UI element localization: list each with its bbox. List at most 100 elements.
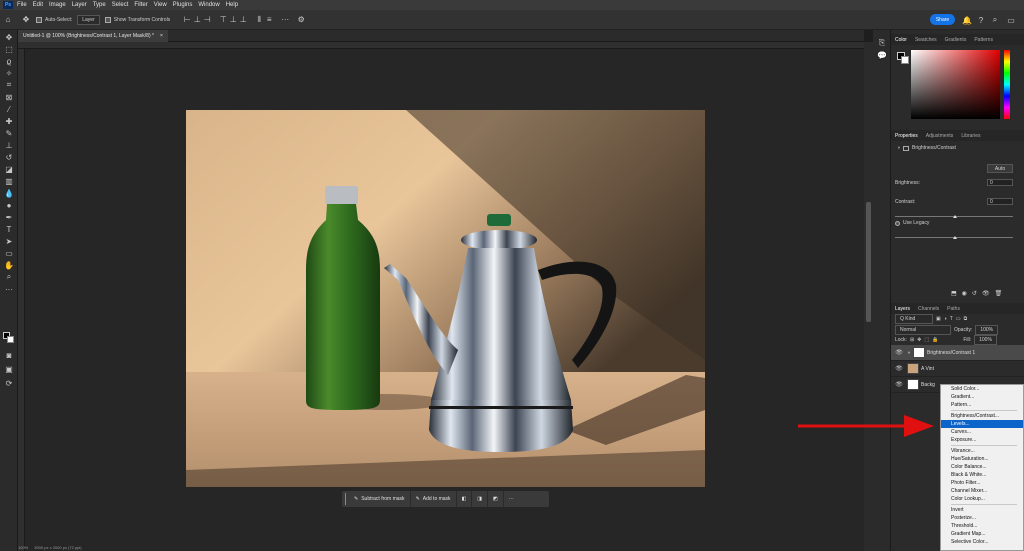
tab-swatches[interactable]: Swatches (911, 37, 941, 43)
layer-row-image[interactable]: 👁 A Vint (891, 361, 1024, 377)
eyedropper-icon[interactable]: ⁄ (3, 104, 15, 114)
auto-select-toggle[interactable]: Auto-Select: (36, 14, 72, 26)
document-tab[interactable]: Untitled-1 @ 100% (Brightness/Contrast 1… (18, 30, 168, 42)
menu-plugins[interactable]: Plugins (173, 2, 193, 8)
add-to-mask-button[interactable]: ✎ Add to mask (411, 491, 457, 507)
brightness-slider-handle[interactable] (953, 215, 957, 218)
tab-gradients[interactable]: Gradients (941, 37, 971, 43)
menu-select[interactable]: Select (112, 2, 129, 8)
filter-type-icon[interactable]: T (950, 316, 953, 322)
visibility-eye-icon[interactable]: 👁 (895, 365, 903, 372)
visibility-eye-icon[interactable]: 👁 (895, 381, 903, 388)
path-select-icon[interactable]: ➤ (3, 236, 15, 246)
filter-pixel-icon[interactable]: ▣ (936, 316, 941, 322)
marquee-tool-icon[interactable]: ⬚ (3, 44, 15, 54)
menu-item-photo-filter[interactable]: Photo Filter... (941, 479, 1023, 487)
tab-paths[interactable]: Paths (943, 306, 964, 312)
menu-image[interactable]: Image (49, 2, 66, 8)
quick-mask-icon[interactable]: ◙ (3, 350, 15, 360)
mask-properties-button[interactable]: ◨ (472, 491, 489, 507)
brightness-value-field[interactable]: 0 (987, 179, 1013, 186)
tab-properties[interactable]: Properties (891, 133, 922, 139)
menu-item-gradient-map[interactable]: Gradient Map... (941, 530, 1023, 538)
align-right-icon[interactable]: ⊣ (202, 15, 212, 25)
healing-brush-icon[interactable]: ✚ (3, 116, 15, 126)
lasso-tool-icon[interactable]: ϱ (3, 56, 15, 66)
move-tool-icon[interactable]: ✥ (21, 15, 31, 25)
crop-tool-icon[interactable]: ⌗ (3, 80, 15, 90)
contrast-slider-handle[interactable] (953, 236, 957, 239)
lock-all-icon[interactable]: 🔒 (932, 337, 938, 343)
reset-icon[interactable]: ↺ (972, 290, 977, 297)
tab-channels[interactable]: Channels (914, 306, 943, 312)
layer-row-brightness-contrast[interactable]: 👁 ◑ Brightness/Contrast 1 (891, 345, 1024, 361)
brush-tool-icon[interactable]: ✎ (3, 128, 15, 138)
menu-item-exposure[interactable]: Exposure... (941, 436, 1023, 444)
menu-file[interactable]: File (17, 2, 27, 8)
stamp-tool-icon[interactable]: ⊥ (3, 140, 15, 150)
zoom-tool-icon[interactable]: ⌕ (3, 272, 15, 282)
dodge-tool-icon[interactable]: ● (3, 200, 15, 210)
menu-item-pattern[interactable]: Pattern... (941, 401, 1023, 409)
rectangle-tool-icon[interactable]: ▭ (3, 248, 15, 258)
distribute-vertical-icon[interactable]: ≡ (264, 15, 274, 25)
menu-item-color-lookup[interactable]: Color Lookup... (941, 495, 1023, 503)
use-legacy-option[interactable]: Use Legacy (895, 220, 929, 226)
help-icon[interactable]: ? (976, 15, 986, 25)
distribute-icon[interactable]: ⦀ (254, 15, 264, 25)
hue-slider[interactable] (1004, 50, 1010, 119)
scroll-thumb[interactable] (866, 202, 871, 322)
menu-item-channel-mixer[interactable]: Channel Mixer... (941, 487, 1023, 495)
tab-libraries[interactable]: Libraries (957, 133, 984, 139)
more-tools-icon[interactable]: ··· (3, 284, 15, 294)
zoom-level[interactable]: 100% (18, 545, 28, 551)
menu-type[interactable]: Type (93, 2, 106, 8)
lock-artboard-icon[interactable]: ⬚ (924, 337, 929, 343)
layer-filter-dropdown[interactable]: Q Kind (895, 314, 933, 324)
history-brush-icon[interactable]: ↺ (3, 152, 15, 162)
tab-color[interactable]: Color (891, 37, 911, 43)
menu-help[interactable]: Help (226, 2, 238, 8)
menu-item-hue-saturation[interactable]: Hue/Saturation... (941, 455, 1023, 463)
align-center-icon[interactable]: ⊥ (192, 15, 202, 25)
type-tool-icon[interactable]: T (3, 224, 15, 234)
tab-adjustments[interactable]: Adjustments (922, 133, 958, 139)
menu-item-black-white[interactable]: Black & White... (941, 471, 1023, 479)
menu-edit[interactable]: Edit (33, 2, 43, 8)
align-middle-icon[interactable]: ⊥ (228, 15, 238, 25)
menu-item-selective-color[interactable]: Selective Color... (941, 538, 1023, 546)
opacity-field[interactable]: 100% (975, 324, 999, 335)
visibility-icon[interactable]: 👁 (982, 290, 990, 297)
blend-mode-dropdown[interactable]: Normal (895, 324, 951, 335)
close-tab-icon[interactable]: × (160, 33, 163, 39)
share-button[interactable]: Share (930, 14, 955, 25)
history-panel-icon[interactable]: ⎘ (876, 38, 888, 48)
menu-window[interactable]: Window (198, 2, 219, 8)
menu-item-threshold[interactable]: Threshold... (941, 522, 1023, 530)
move-tool-icon[interactable]: ✥ (3, 32, 15, 42)
edit-toolbar-icon[interactable]: ⟳ (3, 378, 15, 388)
pen-tool-icon[interactable]: ✒ (3, 212, 15, 222)
align-bottom-icon[interactable]: ⊥ (238, 15, 248, 25)
layer-select-dropdown[interactable]: Layer (77, 14, 100, 26)
frame-tool-icon[interactable]: ⊠ (3, 92, 15, 102)
search-icon[interactable]: ⌕ (990, 15, 1000, 25)
object-select-icon[interactable]: ✧ (3, 68, 15, 78)
clip-to-layer-icon[interactable]: ⬒ (951, 290, 957, 297)
screen-mode-icon[interactable]: ▣ (3, 364, 15, 374)
filter-adjustment-icon[interactable]: ◑ (944, 316, 947, 322)
settings-gear-icon[interactable]: ⚙ (296, 15, 306, 25)
align-left-icon[interactable]: ⊢ (182, 15, 192, 25)
menu-item-solid-color[interactable]: Solid Color... (941, 385, 1023, 393)
workspace-icon[interactable]: ▭ (1006, 15, 1016, 25)
bg-color-chip[interactable] (901, 56, 909, 64)
view-previous-icon[interactable]: ◉ (962, 290, 967, 297)
show-transform-checkbox[interactable] (104, 16, 111, 23)
mask-chip-icon[interactable] (903, 145, 910, 151)
more-options-button[interactable]: ··· (504, 491, 519, 507)
invert-mask-button[interactable]: ◧ (457, 491, 473, 507)
contrast-slider[interactable] (895, 236, 1013, 239)
gradient-tool-icon[interactable]: ▥ (3, 176, 15, 186)
menu-item-vibrance[interactable]: Vibrance... (941, 447, 1023, 455)
filter-shape-icon[interactable]: ▭ (956, 316, 961, 322)
